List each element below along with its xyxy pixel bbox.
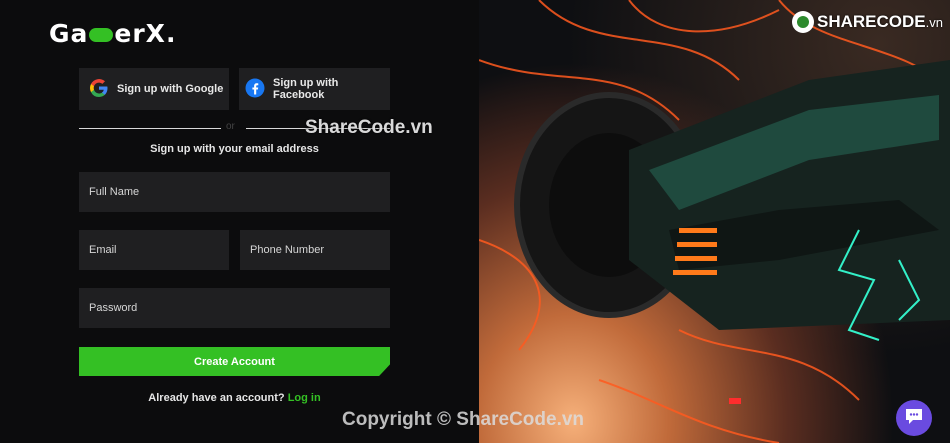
- google-signup-label: Sign up with Google: [117, 83, 224, 95]
- chat-icon: [904, 407, 924, 430]
- or-label: or: [226, 121, 235, 132]
- center-watermark: ShareCode.vn: [305, 117, 433, 138]
- facebook-signup-button[interactable]: Sign up with Facebook: [239, 68, 390, 110]
- sharecode-logo-icon: [792, 11, 814, 33]
- create-account-button[interactable]: Create Account: [79, 347, 390, 376]
- gamerx-logo[interactable]: Ga erX.: [49, 19, 176, 48]
- copyright-watermark: Copyright © ShareCode.vn: [342, 409, 585, 430]
- chat-button[interactable]: [896, 400, 932, 436]
- sharecode-brand-text: SHARECODE: [817, 12, 926, 31]
- signup-panel: Ga erX. Sign up with Google Sign up with…: [0, 0, 479, 443]
- hero-image: [479, 0, 950, 443]
- login-prompt: Already have an account?: [148, 392, 285, 404]
- google-signup-button[interactable]: Sign up with Google: [79, 68, 229, 110]
- divider-line-left: [79, 128, 221, 129]
- facebook-signup-label: Sign up with Facebook: [273, 77, 339, 101]
- sharecode-brand: SHARECODE .vn: [792, 11, 943, 33]
- phone-number-input[interactable]: [240, 230, 390, 270]
- car-illustration: [479, 0, 950, 443]
- password-input[interactable]: [79, 288, 390, 328]
- sharecode-brand-suffix: .vn: [925, 14, 943, 30]
- logo-text-start: Ga: [49, 19, 89, 48]
- google-icon: [89, 78, 109, 101]
- login-prompt-row: Already have an account? Log in: [79, 392, 390, 404]
- gamepad-icon: [89, 27, 114, 42]
- facebook-icon: [245, 78, 265, 101]
- login-link[interactable]: Log in: [288, 392, 321, 404]
- full-name-input[interactable]: [79, 172, 390, 212]
- email-input[interactable]: [79, 230, 229, 270]
- logo-text-end: erX.: [114, 19, 177, 48]
- email-signup-hint: Sign up with your email address: [150, 143, 319, 155]
